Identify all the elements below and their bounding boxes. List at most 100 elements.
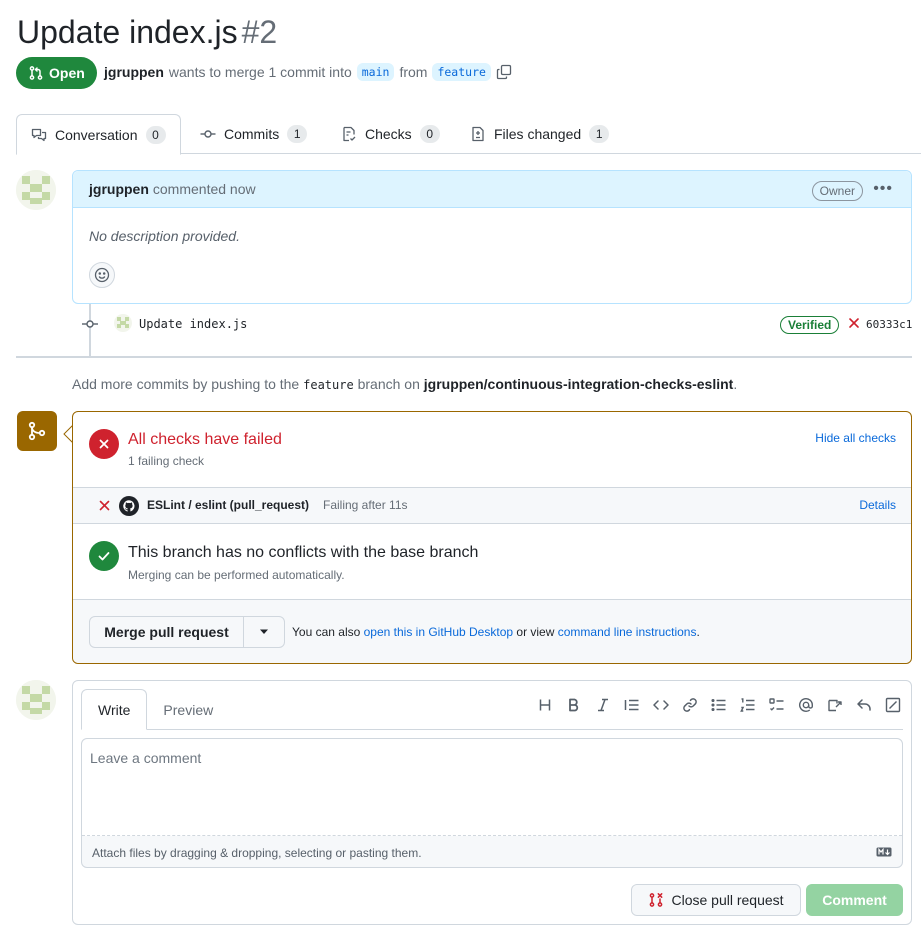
comment-discussion-icon: [31, 127, 47, 143]
check-circle-icon: [89, 541, 119, 571]
check-run-status: Failing after 11s: [323, 498, 408, 512]
merge-method-dropdown[interactable]: [244, 617, 284, 647]
merge-actions: Merge pull request You can also open thi…: [73, 599, 911, 663]
merge-summary: jgruppen wants to merge 1 commit into ma…: [104, 63, 512, 81]
merge-button-group: Merge pull request: [89, 616, 285, 648]
tab-preview[interactable]: Preview: [147, 689, 229, 730]
git-pull-request-closed-icon: [648, 892, 664, 908]
bold-icon[interactable]: [566, 697, 582, 713]
pr-author-link[interactable]: jgruppen: [104, 64, 164, 80]
checks-status-title: All checks have failed: [128, 431, 282, 448]
checklist-icon: [341, 126, 357, 142]
pr-title-text: Update index.js: [17, 14, 238, 50]
pr-description-comment: jgruppen commented now Owner ••• No desc…: [72, 170, 912, 304]
tab-files-changed[interactable]: Files changed 1: [470, 114, 610, 154]
from-text: from: [399, 64, 428, 80]
checks-status-subtitle: 1 failing check: [128, 454, 205, 468]
pr-number: #2: [241, 14, 278, 50]
avatar[interactable]: [16, 680, 56, 720]
smiley-icon: [94, 267, 110, 283]
push-hint-branch: feature: [303, 378, 354, 392]
merge-alt-middle: or view: [516, 625, 555, 639]
reply-icon[interactable]: [856, 697, 872, 713]
base-branch-tag[interactable]: main: [356, 63, 395, 81]
verified-badge[interactable]: Verified: [780, 316, 840, 334]
comment-textarea-wrapper: Leave a comment Attach files by dragging…: [81, 738, 903, 868]
merge-pull-request-button[interactable]: Merge pull request: [90, 617, 244, 647]
conflicts-status-subtitle: Merging can be performed automatically.: [128, 568, 345, 582]
push-hint-prefix: Add more commits by pushing to the: [72, 376, 300, 392]
push-hint-middle: branch on: [357, 376, 420, 392]
hide-all-checks-link[interactable]: Hide all checks: [815, 431, 896, 445]
comment-timestamp: commented now: [152, 181, 256, 197]
unordered-list-icon[interactable]: [711, 697, 727, 713]
task-list-icon[interactable]: [769, 697, 785, 713]
tab-label: Files changed: [494, 126, 582, 142]
tab-label: Conversation: [55, 126, 138, 143]
state-label: Open: [49, 65, 85, 81]
merge-box: All checks have failed 1 failing check H…: [72, 411, 912, 664]
comment-textarea[interactable]: Leave a comment: [82, 739, 902, 836]
avatar[interactable]: [16, 170, 56, 210]
commit-sha-link[interactable]: 60333c1: [866, 318, 912, 331]
x-fail-icon[interactable]: [848, 317, 860, 329]
tab-count: 0: [145, 125, 166, 144]
markdown-toolbar: [537, 697, 901, 713]
git-commit-icon: [81, 316, 99, 332]
tab-write[interactable]: Write: [81, 689, 148, 730]
comment-button[interactable]: Comment: [806, 884, 903, 916]
add-reaction-button[interactable]: [89, 262, 115, 288]
triangle-down-icon: [259, 629, 269, 635]
cross-reference-icon[interactable]: [827, 697, 843, 713]
new-comment-form: Write Preview Leave a comment Attach fil…: [72, 680, 912, 925]
state-badge: Open: [16, 57, 97, 89]
command-line-instructions-link[interactable]: command line instructions: [558, 625, 697, 639]
tab-checks[interactable]: Checks 0: [341, 114, 440, 154]
push-hint: Add more commits by pushing to the featu…: [72, 376, 737, 392]
pr-tabs: Conversation 0 Commits 1 Checks 0 Files …: [16, 114, 921, 155]
open-github-desktop-link[interactable]: open this in GitHub Desktop: [364, 625, 513, 639]
kebab-menu-icon[interactable]: •••: [873, 180, 893, 198]
git-merge-icon: [26, 420, 48, 442]
quote-icon[interactable]: [624, 697, 640, 713]
ordered-list-icon[interactable]: [740, 697, 756, 713]
close-pull-request-button[interactable]: Close pull request: [631, 884, 801, 916]
commit-author-avatar[interactable]: [114, 314, 132, 332]
italic-icon[interactable]: [595, 697, 611, 713]
push-hint-suffix: .: [733, 376, 738, 392]
tab-label: Checks: [365, 126, 412, 142]
merge-text: wants to merge 1 commit into: [168, 64, 352, 80]
tab-count: 0: [419, 125, 440, 143]
merge-alt-prefix: You can also: [292, 625, 361, 639]
git-commit-icon: [200, 126, 216, 142]
heading-icon[interactable]: [537, 697, 553, 713]
attach-files-hint[interactable]: Attach files by dragging & dropping, sel…: [92, 846, 422, 860]
commit-row: Update index.js Verified 60333c1: [80, 312, 912, 336]
timeline-divider: [16, 356, 912, 358]
pr-title: Update index.js #2: [17, 12, 277, 52]
commit-message-link[interactable]: Update index.js: [139, 317, 247, 331]
github-actions-icon: [119, 496, 139, 516]
tab-conversation[interactable]: Conversation 0: [16, 114, 181, 155]
comment-header: jgruppen commented now Owner •••: [73, 171, 911, 208]
link-icon[interactable]: [682, 697, 698, 713]
head-branch-tag[interactable]: feature: [432, 63, 491, 81]
merge-status-icon-box: [17, 411, 57, 451]
tab-label: Commits: [224, 126, 280, 142]
comment-author[interactable]: jgruppen: [89, 181, 149, 197]
merge-alt-suffix: .: [696, 625, 700, 639]
x-fail-icon: [99, 500, 110, 511]
fullscreen-icon[interactable]: [885, 697, 901, 713]
mention-icon[interactable]: [798, 697, 814, 713]
repo-name: jgruppen/continuous-integration-checks-e…: [423, 376, 734, 392]
code-icon[interactable]: [653, 697, 669, 713]
editor-tabs: Write Preview: [81, 689, 229, 730]
merge-alternatives: You can also open this in GitHub Desktop…: [292, 625, 700, 639]
conflicts-status-title: This branch has no conflicts with the ba…: [128, 544, 479, 561]
copy-icon[interactable]: [496, 64, 512, 80]
check-details-link[interactable]: Details: [859, 498, 896, 512]
tab-count: 1: [589, 125, 610, 143]
close-pull-request-label: Close pull request: [671, 892, 784, 908]
markdown-icon[interactable]: [876, 847, 892, 857]
tab-commits[interactable]: Commits 1: [200, 114, 308, 154]
